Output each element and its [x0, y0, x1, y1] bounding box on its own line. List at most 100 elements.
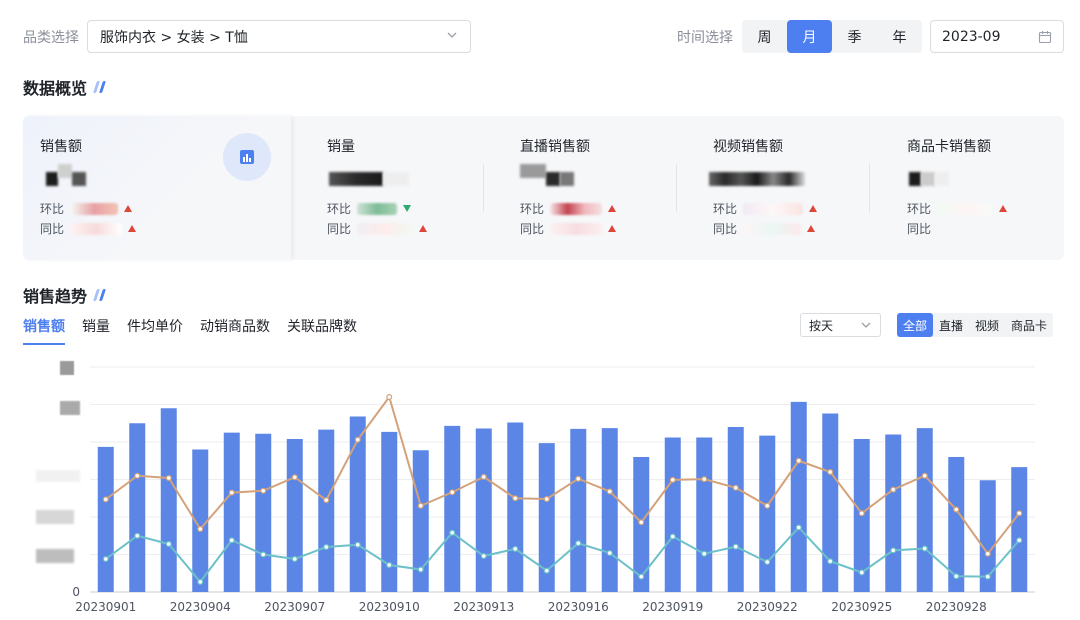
kpi-card-video-sales[interactable]: 视频销售额 环比 同比	[709, 116, 883, 260]
channel-product-card-button[interactable]: 商品卡	[1005, 313, 1053, 337]
line-point	[165, 541, 172, 548]
period-quarter-button[interactable]: 季	[832, 20, 877, 53]
yoy-label: 同比	[907, 222, 932, 236]
bar	[97, 446, 114, 592]
line-point	[701, 476, 708, 483]
bar	[507, 422, 524, 592]
trend-up-icon	[608, 225, 617, 232]
channel-video-button[interactable]: 视频	[969, 313, 1005, 337]
line-point	[827, 558, 834, 565]
trend-title: 销售趋势	[23, 287, 88, 306]
mom-label: 环比	[907, 202, 932, 216]
bar	[160, 408, 177, 592]
line-point	[827, 468, 834, 475]
kpi-mom-row: 环比	[40, 200, 133, 217]
tab-avg-unit-price[interactable]: 件均单价	[127, 316, 183, 345]
line-point	[732, 484, 739, 491]
line-point	[764, 559, 771, 566]
yoy-label: 同比	[520, 222, 545, 236]
line-point	[449, 489, 456, 496]
category-select[interactable]: 服饰内衣 > 女装 > T恤	[87, 20, 471, 53]
line-point	[480, 553, 487, 560]
bar	[885, 434, 902, 592]
line-point	[134, 532, 141, 539]
yoy-label: 同比	[327, 222, 352, 236]
kpi-mom-row: 环比	[907, 200, 1008, 217]
period-week-button[interactable]: 周	[742, 20, 787, 53]
sales-trend-chart: 20230901 20230904 20230907 20230910 20230913…	[36, 361, 1035, 614]
line-point	[953, 573, 960, 580]
month-picker[interactable]: 2023-09	[930, 20, 1064, 53]
kpi-value-masked	[709, 164, 805, 186]
kpi-yoy-row: 同比	[907, 220, 931, 237]
channel-live-button[interactable]: 直播	[933, 313, 969, 337]
title-decoration-icon	[93, 289, 106, 301]
trend-up-icon	[807, 225, 816, 232]
yoy-label: 同比	[713, 222, 738, 236]
bar	[444, 425, 461, 592]
overview-section-title: 数据概览	[23, 75, 106, 99]
bar	[759, 435, 776, 592]
line-point	[543, 496, 550, 503]
x-tick-label: 20230913	[453, 600, 514, 614]
line-point	[921, 545, 928, 552]
kpi-card-volume[interactable]: 销量 环比 同比	[327, 116, 497, 260]
line-point	[417, 566, 424, 573]
x-tick-label: 20230922	[737, 600, 798, 614]
y-axis-masked-labels	[36, 361, 80, 563]
kpi-card-sales[interactable]: 销售额 环比 同比	[23, 116, 291, 260]
line-series	[102, 393, 1023, 585]
kpi-card-live-sales[interactable]: 直播销售额 环比 同比	[520, 116, 690, 260]
tab-related-brands[interactable]: 关联品牌数	[287, 316, 357, 345]
line-point	[984, 550, 991, 557]
line-point	[386, 562, 393, 569]
x-tick-label: 20230928	[926, 600, 987, 614]
tab-active-products[interactable]: 动销商品数	[200, 316, 270, 345]
trend-up-icon	[999, 205, 1008, 212]
granularity-select[interactable]: 按天	[800, 313, 881, 337]
tab-sales-amount[interactable]: 销售额	[23, 316, 65, 345]
x-tick-label: 20230916	[548, 600, 609, 614]
kpi-card-product-card-sales[interactable]: 商品卡销售额 环比 同比	[907, 116, 1057, 260]
kpi-name: 视频销售额	[713, 139, 783, 155]
kpi-name: 商品卡销售额	[907, 139, 991, 155]
chevron-down-icon	[860, 319, 872, 334]
bar	[286, 439, 303, 592]
x-tick-label: 20230904	[170, 600, 231, 614]
line-point	[732, 543, 739, 550]
bar	[727, 427, 744, 592]
mom-label: 环比	[713, 202, 738, 216]
line-point	[291, 556, 298, 563]
y-tick-label-masked	[36, 549, 74, 563]
line-point	[449, 529, 456, 536]
line-point	[417, 502, 424, 509]
bar	[255, 433, 272, 592]
x-tick-label: 20230901	[75, 600, 136, 614]
y-tick-label-masked	[60, 361, 74, 375]
mom-label: 环比	[327, 202, 352, 216]
line-point	[102, 556, 109, 563]
period-month-button[interactable]: 月	[787, 20, 832, 53]
kpi-name: 直播销售额	[520, 139, 590, 155]
channel-all-button[interactable]: 全部	[897, 313, 934, 337]
yoy-label: 同比	[40, 222, 65, 236]
month-picker-value: 2023-09	[942, 28, 1001, 45]
line-point	[197, 526, 204, 533]
period-year-button[interactable]: 年	[877, 20, 922, 53]
overview-title: 数据概览	[23, 79, 88, 98]
line-point	[543, 567, 550, 574]
tab-sales-volume[interactable]: 销量	[82, 316, 110, 345]
bar	[601, 428, 618, 592]
y-axis-ticks: 0	[72, 585, 80, 599]
line-point	[386, 393, 393, 400]
line-point	[575, 475, 582, 482]
kpi-yoy-row: 同比	[327, 220, 428, 237]
bar	[349, 416, 366, 592]
line-point	[1016, 510, 1023, 517]
kpi-divider	[676, 164, 677, 212]
bar	[664, 437, 681, 592]
bar-chart-button[interactable]	[223, 133, 271, 181]
y-tick-label-masked	[60, 401, 80, 415]
channel-switch: 全部 直播 视频 商品卡	[897, 313, 1054, 337]
line-point	[228, 489, 235, 496]
